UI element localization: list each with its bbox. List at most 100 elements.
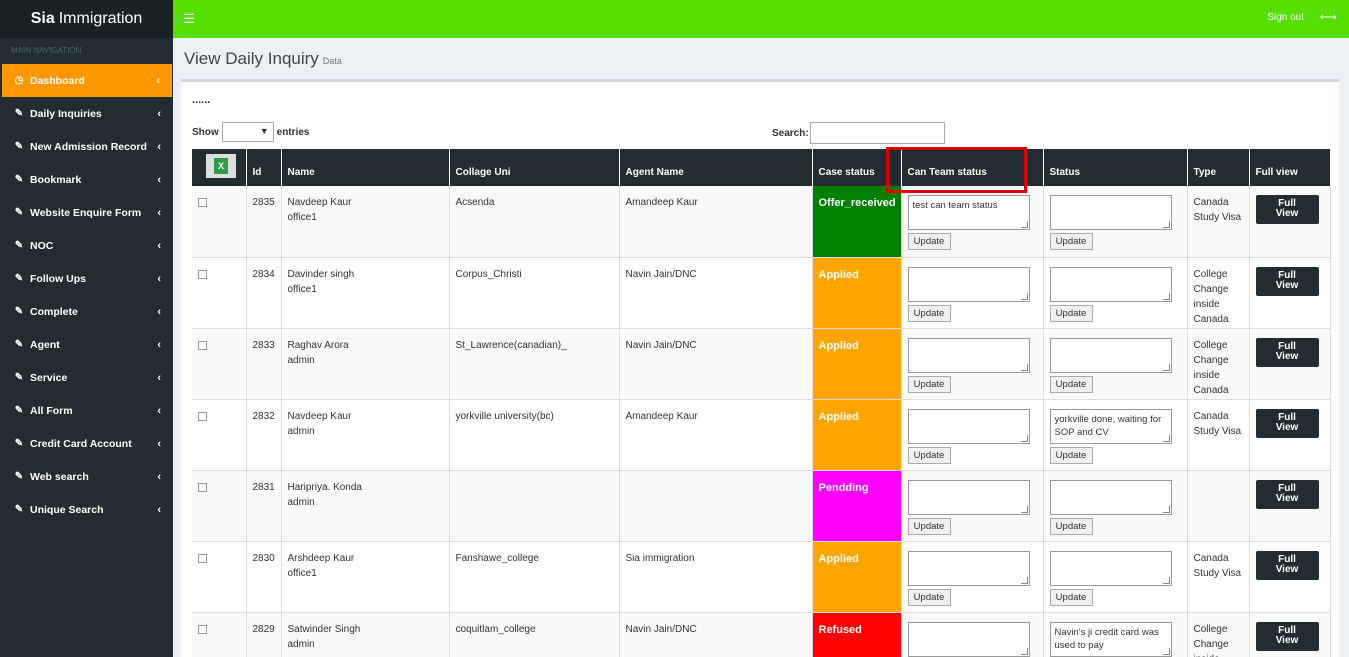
edit-icon: ✎ [14,339,24,350]
update-button[interactable]: Update [907,588,951,606]
share-icon[interactable]: ⟷ [1320,10,1337,24]
can-team-textarea[interactable]: test can team status [907,195,1030,230]
row-checkbox[interactable] [198,340,207,350]
full-view-line1: Full [1278,340,1296,352]
full-view-button[interactable]: Full View [1255,337,1319,367]
can-team-textarea[interactable] [907,266,1030,302]
update-button[interactable]: Update [1049,588,1093,606]
col-status[interactable]: Status [1043,149,1188,186]
update-button[interactable]: Update [1049,517,1093,535]
update-button[interactable]: Update [907,233,951,250]
sidebar-item-credit-card-account[interactable]: ✎ Credit Card Account ‹ [0,427,173,460]
sidebar-item-label: Service [30,371,68,384]
col-college[interactable]: Collage Uni [449,149,620,186]
applicant-name: Navdeep Kaur [287,197,352,208]
status-textarea[interactable]: Navin's ji credit card was used to pay [1049,621,1172,657]
update-button[interactable]: Update [907,517,951,535]
excel-icon[interactable]: X [206,154,236,178]
select-cell [192,541,247,613]
chevron-left-icon: ‹ [156,74,160,87]
row-checkbox[interactable] [198,411,207,421]
entries-select[interactable]: ▼ [221,122,274,142]
case-status-cell: Pendding [812,470,902,542]
chevron-left-icon: ‹ [157,503,161,516]
row-checkbox[interactable] [198,482,207,492]
full-view-button[interactable]: Full View [1255,621,1319,651]
search-group: Search: [772,122,945,144]
sidebar-item-noc[interactable]: ✎ NOC ‹ [0,229,173,262]
sidebar-item-label: Unique Search [30,503,104,516]
sidebar-item-dashboard[interactable]: ◷ Dashboard ‹ [2,64,172,97]
can-team-cell: Update [901,257,1044,329]
update-button[interactable]: Update [1049,446,1093,464]
case-status-cell: Applied [812,257,902,329]
full-view-button[interactable]: Full View [1255,550,1319,580]
name-cell: Arshdeep Kaur office1 [281,541,450,613]
row-checkbox[interactable] [198,624,207,634]
sidebar-item-unique-search[interactable]: ✎ Unique Search ‹ [0,493,173,526]
col-id[interactable]: Id [246,149,282,186]
can-team-textarea[interactable] [907,337,1030,373]
edit-icon: ✎ [14,471,24,482]
agent-cell: Navin Jain/DNC [619,257,813,329]
col-agent[interactable]: Agent Name [619,149,813,186]
export-excel-header[interactable]: X [192,149,247,186]
status-textarea[interactable] [1049,195,1172,230]
type-cell [1187,470,1250,542]
sign-out-link[interactable]: Sign out [1267,12,1304,23]
full-view-button[interactable]: Full View [1255,195,1319,224]
menu-toggle-icon[interactable]: ☰ [183,11,195,27]
sidebar-item-web-search[interactable]: ✎ Web search ‹ [0,460,173,493]
update-button[interactable]: Update [907,446,951,464]
status-textarea[interactable] [1049,337,1172,373]
app-logo[interactable]: Sia Immigration [0,0,173,38]
sidebar-item-service[interactable]: ✎ Service ‹ [0,361,173,394]
row-checkbox[interactable] [198,198,207,207]
inquiry-table: X Id Name Collage Uni Agent Name Case st… [192,149,1331,657]
sidebar-item-all-form[interactable]: ✎ All Form ‹ [0,394,173,427]
row-checkbox[interactable] [198,269,207,279]
show-label: Show [192,126,219,138]
update-button[interactable]: Update [1049,233,1093,250]
status-textarea[interactable] [1049,266,1172,302]
update-button[interactable]: Update [1049,375,1093,393]
status-textarea[interactable]: yorkville done, waiting for SOP and CV [1049,408,1172,444]
col-full-view[interactable]: Full view [1249,149,1331,186]
select-cell [192,470,247,542]
sidebar-item-new-admission-record[interactable]: ✎ New Admission Record ‹ [0,130,173,163]
edit-icon: ✎ [14,207,24,218]
applicant-name: Satwinder Singh [287,623,361,635]
col-can-team-status[interactable]: Can Team status [901,149,1044,186]
sidebar-item-agent[interactable]: ✎ Agent ‹ [0,328,173,361]
can-team-textarea[interactable] [907,479,1030,515]
can-team-textarea[interactable] [907,408,1030,444]
sidebar-item-complete[interactable]: ✎ Complete ‹ [0,295,173,328]
row-checkbox[interactable] [198,553,207,563]
can-team-textarea[interactable] [907,550,1030,586]
status-textarea[interactable] [1049,479,1172,515]
update-button[interactable]: Update [907,375,951,393]
chevron-left-icon: ‹ [157,371,161,384]
edit-icon: ✎ [14,372,24,383]
edit-icon: ✎ [14,273,24,284]
search-input[interactable] [809,122,945,144]
col-case-status[interactable]: Case status [812,149,902,186]
sidebar-item-website-enquire-form[interactable]: ✎ Website Enquire Form ‹ [0,196,173,229]
full-view-button[interactable]: Full View [1255,479,1319,509]
col-type[interactable]: Type [1187,149,1250,186]
full-view-button[interactable]: Full View [1255,266,1319,296]
status-textarea[interactable] [1049,550,1172,586]
update-button[interactable]: Update [907,304,951,322]
col-name[interactable]: Name [281,149,450,186]
can-team-textarea[interactable] [907,621,1030,657]
sidebar-item-daily-inquiries[interactable]: ✎ Daily Inquiries ‹ [0,97,173,130]
type-cell: Canada Study Visa [1187,186,1250,258]
update-button[interactable]: Update [1049,304,1093,322]
sidebar-item-label: Daily Inquiries [30,107,102,120]
sidebar-item-follow-ups[interactable]: ✎ Follow Ups ‹ [0,262,173,295]
sidebar-item-bookmark[interactable]: ✎ Bookmark ‹ [0,163,173,196]
full-view-button[interactable]: Full View [1255,408,1319,438]
case-status-cell: Refused [812,612,902,657]
full-view-cell: Full View [1249,186,1331,258]
status-cell: Update [1043,328,1188,400]
